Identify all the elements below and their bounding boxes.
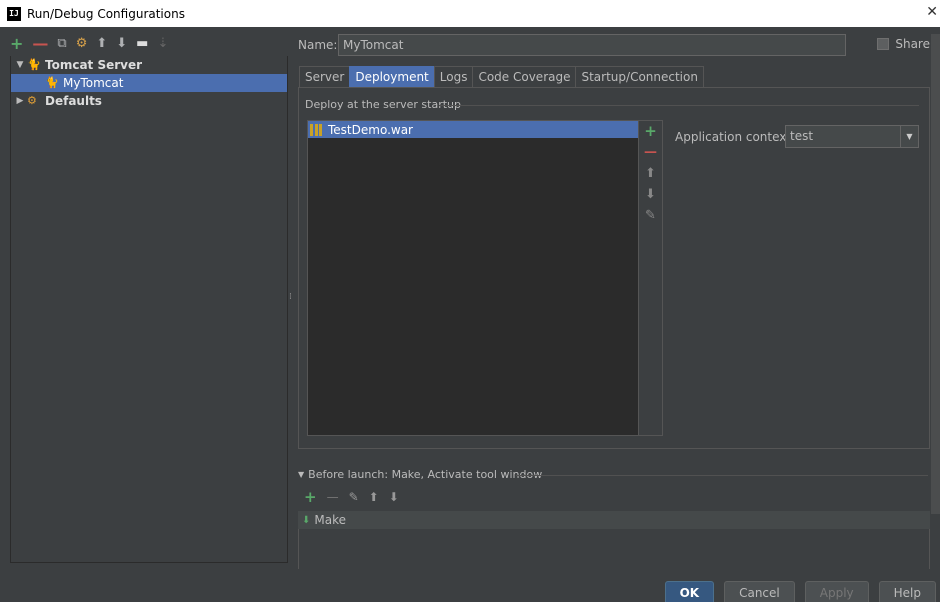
move-down-icon[interactable]: ⬇	[116, 34, 127, 54]
deploy-side-toolbar: + — ⬆ ⬇ ✎	[639, 120, 663, 436]
intellij-app-icon: IJ	[7, 6, 21, 21]
chevron-down-icon[interactable]: ▼	[900, 126, 918, 147]
application-context-label: Application context:	[675, 130, 796, 144]
cancel-button[interactable]: Cancel	[724, 581, 795, 602]
move-down-icon[interactable]: ⬇	[645, 184, 656, 205]
before-launch-item-label: Make	[314, 513, 347, 527]
deployment-panel: Deploy at the server startup TestDemo.wa…	[298, 87, 930, 449]
edit-task-icon[interactable]: ✎	[349, 490, 359, 504]
tree-item-label: Defaults	[45, 94, 102, 108]
config-tabs: Server Deployment Logs Code Coverage Sta…	[299, 66, 704, 87]
tomcat-icon: 🐈	[45, 76, 59, 89]
scrollbar[interactable]	[931, 34, 940, 514]
copy-icon[interactable]: ⧉	[57, 34, 66, 54]
section-divider	[516, 475, 928, 476]
application-context-value: test	[790, 129, 814, 143]
tab-deployment[interactable]: Deployment	[349, 66, 435, 87]
apply-button[interactable]: Apply	[804, 581, 869, 602]
add-task-icon[interactable]: +	[304, 488, 317, 506]
wrench-icon: ⚙	[27, 94, 37, 107]
window-title: Run/Debug Configurations	[27, 6, 185, 21]
edit-icon[interactable]: ✎	[645, 205, 656, 226]
settings-icon[interactable]: ⚙	[76, 34, 88, 54]
close-icon[interactable]: ✕	[926, 4, 938, 20]
remove-artifact-icon[interactable]: —	[644, 142, 657, 163]
before-launch-list-item[interactable]: ⬇ Make	[298, 511, 930, 529]
name-row: Name: MyTomcat Share	[298, 34, 930, 56]
before-launch-title: Before launch: Make, Activate tool windo…	[308, 468, 543, 481]
name-input[interactable]: MyTomcat	[338, 34, 846, 56]
move-down-icon[interactable]: ⬇	[389, 490, 399, 504]
remove-task-icon[interactable]: —	[327, 490, 339, 504]
section-divider	[439, 105, 919, 106]
title-bar: IJ Run/Debug Configurations ✕	[0, 0, 940, 27]
ok-button[interactable]: OK	[664, 581, 715, 602]
name-label: Name:	[298, 38, 338, 52]
help-button[interactable]: Help	[878, 581, 936, 602]
tab-server[interactable]: Server	[299, 66, 351, 87]
expanded-arrow-icon[interactable]: ▼	[13, 60, 27, 70]
configuration-tree: ▼ 🐈 Tomcat Server 🐈 MyTomcat ▶ ⚙ Default…	[10, 56, 288, 563]
before-launch-toolbar: + — ✎ ⬆ ⬇	[304, 488, 930, 506]
remove-icon[interactable]: —	[32, 34, 48, 54]
sort-icon[interactable]: ⇣	[157, 34, 168, 54]
tree-item-defaults[interactable]: ▶ ⚙ Defaults	[11, 92, 287, 110]
deploy-list-item[interactable]: TestDemo.war	[308, 121, 638, 138]
dialog-buttons: OK Cancel Apply Help	[664, 581, 936, 602]
tree-item-tomcat-server[interactable]: ▼ 🐈 Tomcat Server	[11, 56, 287, 74]
expanded-arrow-icon[interactable]: ▼	[298, 470, 304, 479]
tomcat-icon: 🐈	[27, 58, 41, 71]
tab-code-coverage[interactable]: Code Coverage	[472, 66, 577, 87]
war-artifact-icon	[310, 123, 322, 136]
move-up-icon[interactable]: ⬆	[369, 490, 379, 504]
move-up-icon[interactable]: ⬆	[96, 34, 107, 54]
application-context-combo[interactable]: test ▼	[785, 125, 919, 148]
make-icon: ⬇	[302, 514, 311, 526]
tab-startup-connection[interactable]: Startup/Connection	[575, 66, 704, 87]
share-label: Share	[895, 37, 930, 51]
before-launch-list-empty	[298, 529, 930, 569]
deploy-section-title: Deploy at the server startup	[305, 98, 462, 111]
add-artifact-icon[interactable]: +	[644, 121, 657, 142]
tree-item-mytomcat[interactable]: 🐈 MyTomcat	[11, 74, 287, 92]
add-icon[interactable]: +	[10, 34, 23, 54]
move-up-icon[interactable]: ⬆	[645, 163, 656, 184]
deploy-item-label: TestDemo.war	[328, 122, 413, 137]
collapsed-arrow-icon[interactable]: ▶	[13, 96, 27, 106]
splitter-handle[interactable]: ⁞	[289, 292, 292, 302]
before-launch-section: ▼ Before launch: Make, Activate tool win…	[298, 468, 930, 569]
folder-icon[interactable]: ▬	[136, 34, 148, 54]
tree-item-label: Tomcat Server	[45, 58, 143, 72]
left-toolbar: + — ⧉ ⚙ ⬆ ⬇ ▬ ⇣	[10, 34, 168, 54]
share-checkbox[interactable]	[877, 38, 890, 50]
share-checkbox-row[interactable]: Share	[877, 37, 930, 51]
tab-logs[interactable]: Logs	[433, 66, 474, 87]
tree-item-label: MyTomcat	[63, 76, 124, 90]
deploy-list[interactable]: TestDemo.war	[307, 120, 639, 436]
